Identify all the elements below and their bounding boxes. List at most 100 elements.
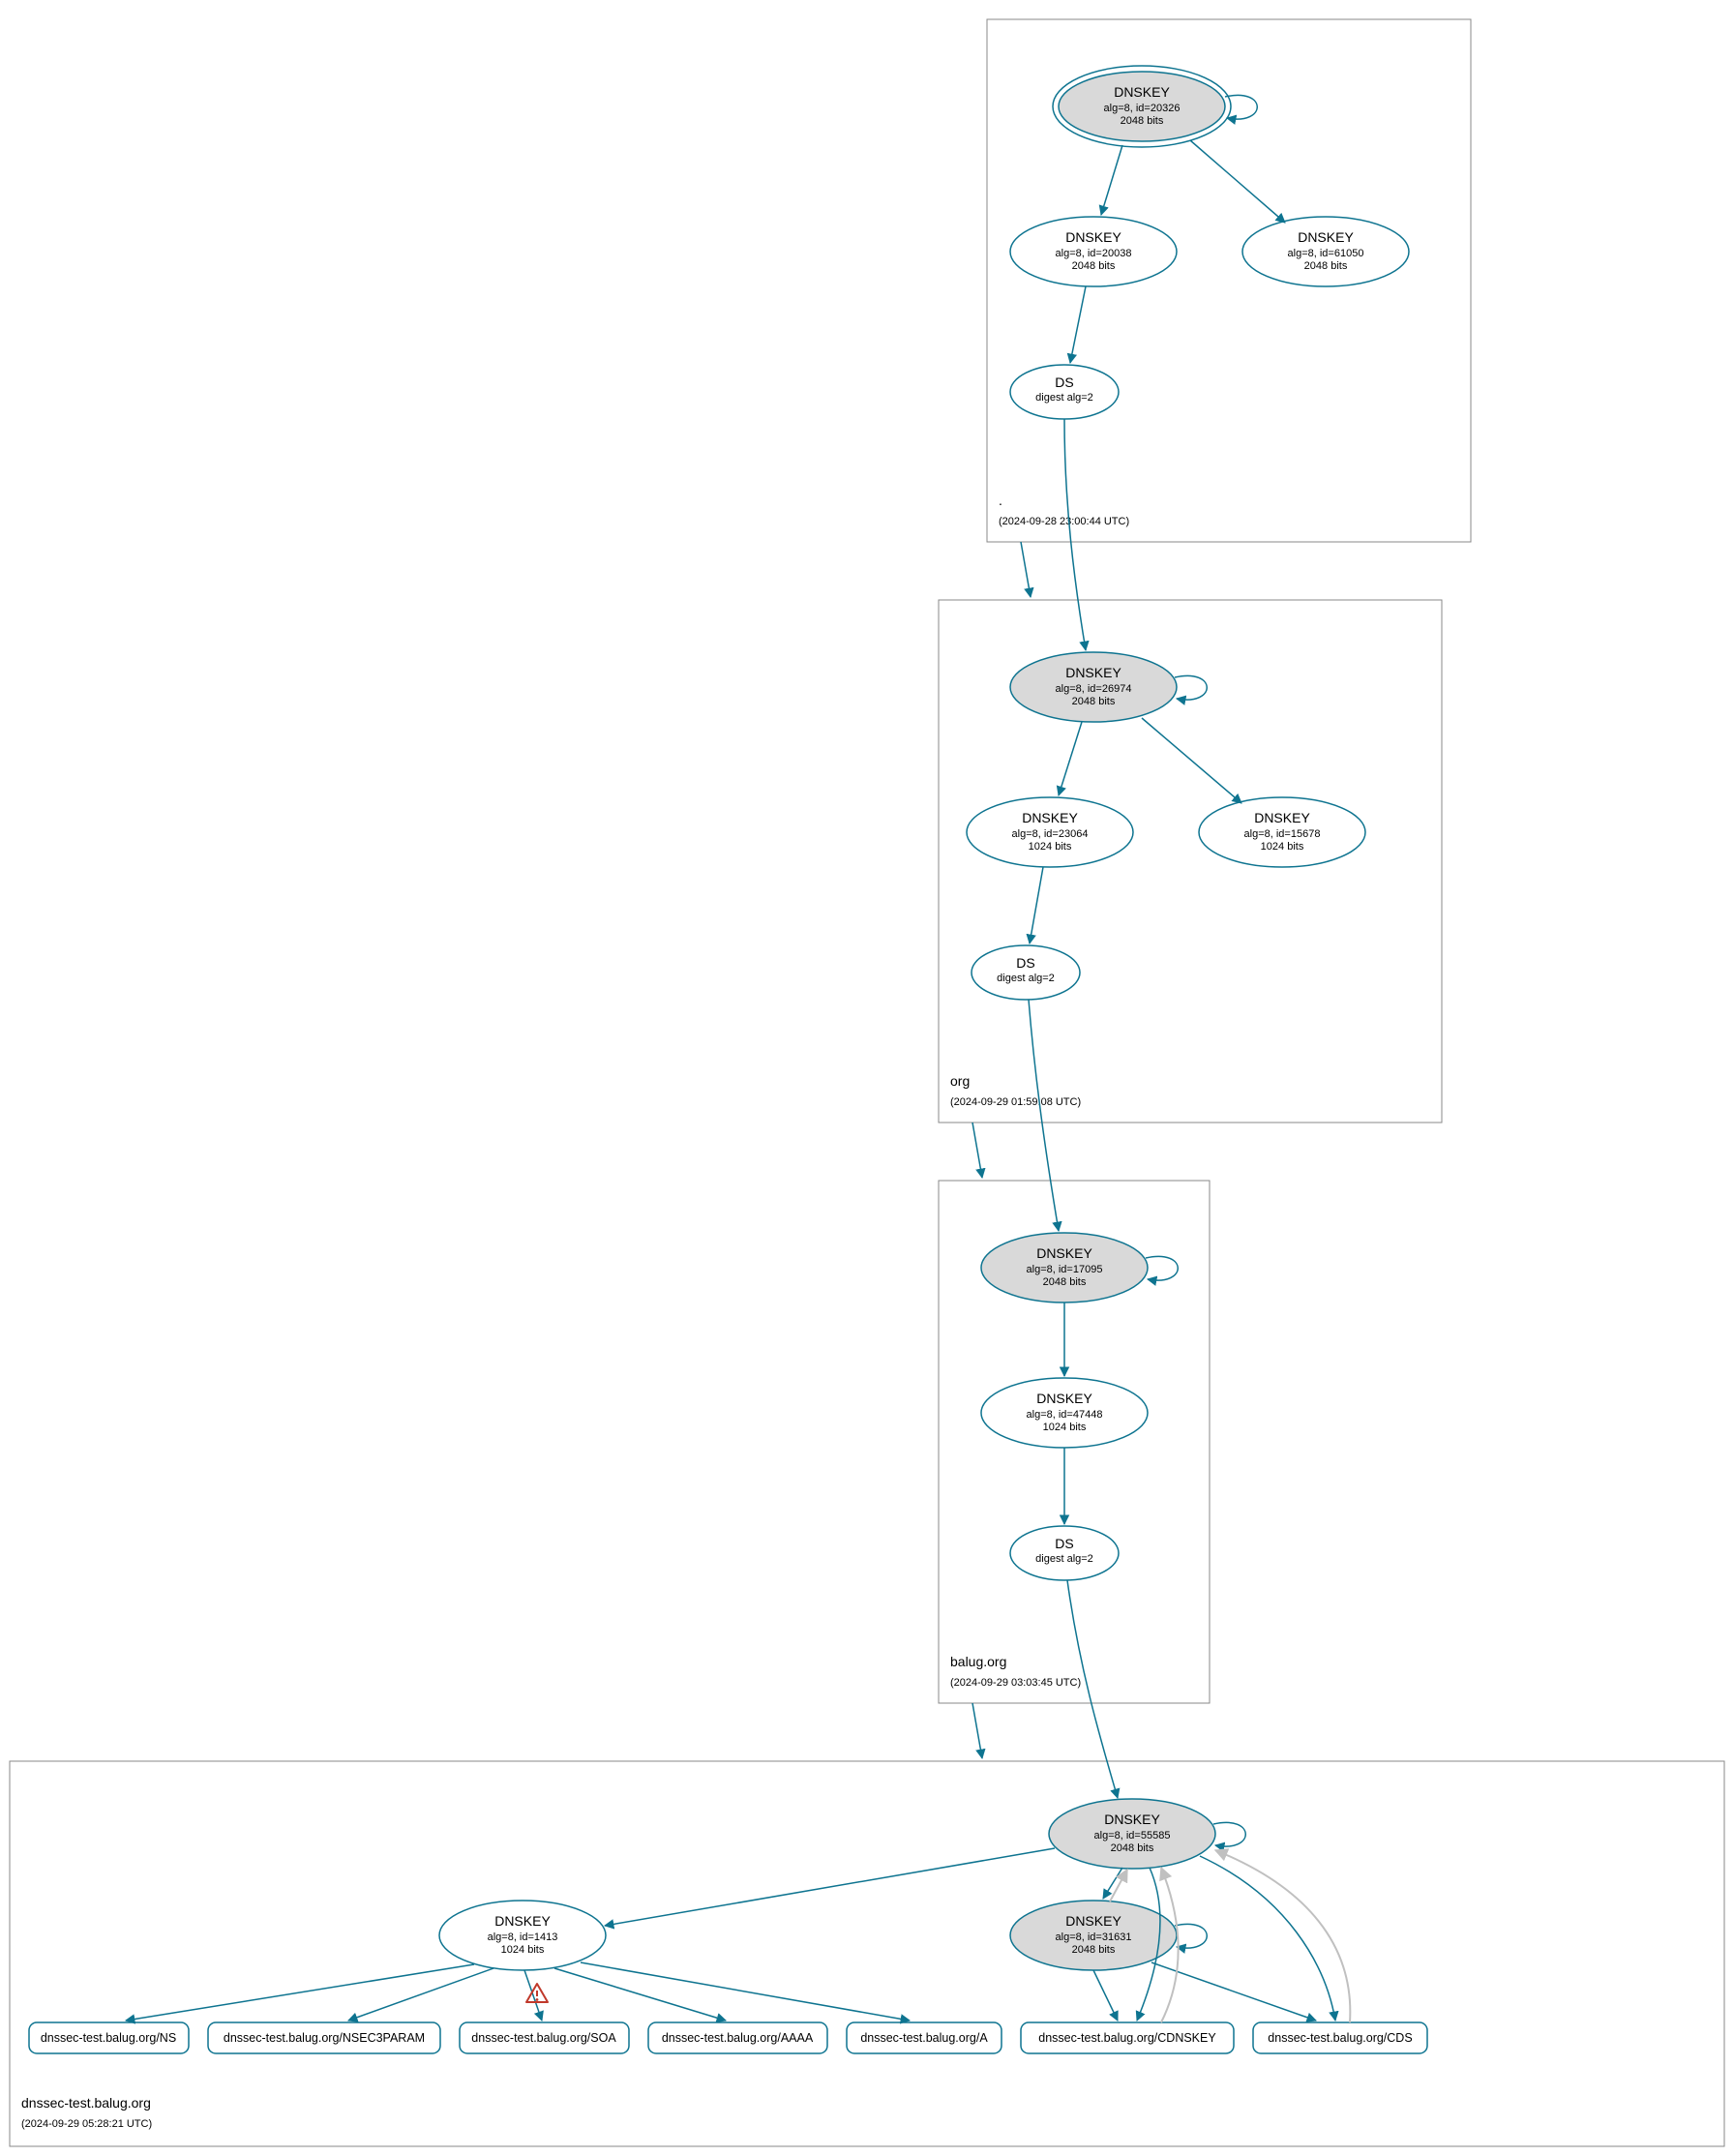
rr-ns: dnssec-test.balug.org/NS xyxy=(29,2022,189,2053)
svg-text:1024 bits: 1024 bits xyxy=(1043,1422,1087,1433)
dnssec-diagram: . (2024-09-28 23:00:44 UTC) org (2024-09… xyxy=(0,0,1734,2156)
svg-text:2048 bits: 2048 bits xyxy=(1304,260,1348,272)
edge-root-ksk-zsk1 xyxy=(1101,145,1122,215)
svg-text:dnssec-test.balug.org/A: dnssec-test.balug.org/A xyxy=(860,2031,988,2045)
svg-text:DNSKEY: DNSKEY xyxy=(1065,665,1121,680)
node-dnssec-ksk2: DNSKEY alg=8, id=31631 2048 bits xyxy=(1010,1901,1177,1970)
node-root-zsk1: DNSKEY alg=8, id=20038 2048 bits xyxy=(1010,217,1177,286)
svg-text:2048 bits: 2048 bits xyxy=(1043,1276,1087,1288)
edge-org-to-balug-deleg xyxy=(972,1123,982,1178)
svg-text:alg=8, id=1413: alg=8, id=1413 xyxy=(488,1931,558,1943)
zone-ts-org: (2024-09-29 01:59:08 UTC) xyxy=(950,1096,1081,1108)
svg-text:2048 bits: 2048 bits xyxy=(1072,696,1116,707)
edge-zsk-nsec3 xyxy=(348,1968,493,2021)
svg-text:dnssec-test.balug.org/AAAA: dnssec-test.balug.org/AAAA xyxy=(662,2031,814,2045)
svg-text:DNSKEY: DNSKEY xyxy=(1036,1245,1092,1261)
zone-ts-balug: (2024-09-29 03:03:45 UTC) xyxy=(950,1677,1081,1689)
edge-zsk-ns xyxy=(126,1964,474,2021)
svg-text:digest alg=2: digest alg=2 xyxy=(1035,1553,1093,1565)
svg-text:DS: DS xyxy=(1055,374,1073,390)
rr-cds: dnssec-test.balug.org/CDS xyxy=(1253,2022,1427,2053)
rr-soa: dnssec-test.balug.org/SOA xyxy=(460,2022,629,2053)
edge-org-ksk-zsk2 xyxy=(1142,718,1241,803)
edge-dnssec-ksk-zsk xyxy=(605,1848,1055,1926)
edge-org-zsk1-ds xyxy=(1030,867,1043,943)
rr-nsec3param: dnssec-test.balug.org/NSEC3PARAM xyxy=(208,2022,440,2053)
edge-root-zsk1-ds xyxy=(1070,286,1086,363)
zone-box-dnssec xyxy=(10,1761,1724,2146)
zone-label-org: org xyxy=(950,1073,970,1089)
svg-text:alg=8, id=23064: alg=8, id=23064 xyxy=(1012,828,1089,840)
node-org-ksk: DNSKEY alg=8, id=26974 2048 bits xyxy=(1010,652,1177,722)
svg-text:DNSKEY: DNSKEY xyxy=(1022,810,1078,825)
edge-dnssec-ksk-self xyxy=(1213,1822,1245,1846)
node-root-ds: DS digest alg=2 xyxy=(1010,365,1119,419)
edge-org-ksk-self xyxy=(1175,675,1207,700)
zone-ts-root: (2024-09-28 23:00:44 UTC) xyxy=(999,516,1129,527)
edge-zsk-soa xyxy=(524,1970,542,2021)
node-dnssec-ksk: DNSKEY alg=8, id=55585 2048 bits xyxy=(1049,1799,1215,1869)
svg-text:DS: DS xyxy=(1016,955,1034,971)
zone-ts-dnssec: (2024-09-29 05:28:21 UTC) xyxy=(21,2118,152,2130)
svg-text:alg=8, id=17095: alg=8, id=17095 xyxy=(1027,1264,1103,1275)
svg-text:alg=8, id=31631: alg=8, id=31631 xyxy=(1056,1931,1132,1943)
svg-text:digest alg=2: digest alg=2 xyxy=(1035,392,1093,404)
svg-text:DNSKEY: DNSKEY xyxy=(1254,810,1310,825)
node-balug-ksk: DNSKEY alg=8, id=17095 2048 bits xyxy=(981,1233,1148,1303)
svg-text:alg=8, id=61050: alg=8, id=61050 xyxy=(1288,248,1364,259)
edge-root-to-org-deleg xyxy=(1021,542,1031,597)
edge-root-ds-to-org-ksk xyxy=(1064,419,1086,650)
edge-ksk-cds xyxy=(1200,1856,1335,2021)
edge-balug-ds-to-dnssec-ksk xyxy=(1067,1580,1118,1798)
svg-text:1024 bits: 1024 bits xyxy=(1029,841,1072,853)
edge-zsk-aaaa xyxy=(554,1968,726,2021)
svg-text:dnssec-test.balug.org/SOA: dnssec-test.balug.org/SOA xyxy=(471,2031,616,2045)
edge-ksk2-cdnskey xyxy=(1093,1970,1118,2021)
node-root-zsk2: DNSKEY alg=8, id=61050 2048 bits xyxy=(1242,217,1409,286)
edge-balug-ksk-self xyxy=(1146,1256,1178,1280)
node-root-ksk: DNSKEY alg=8, id=20326 2048 bits xyxy=(1053,66,1231,147)
edge-balug-to-dnssec-deleg xyxy=(972,1703,982,1758)
svg-text:alg=8, id=15678: alg=8, id=15678 xyxy=(1244,828,1321,840)
rr-a: dnssec-test.balug.org/A xyxy=(847,2022,1002,2053)
svg-text:digest alg=2: digest alg=2 xyxy=(997,973,1055,984)
svg-text:alg=8, id=26974: alg=8, id=26974 xyxy=(1056,683,1132,695)
svg-text:1024 bits: 1024 bits xyxy=(501,1944,545,1956)
svg-text:DNSKEY: DNSKEY xyxy=(1065,1913,1121,1929)
node-balug-zsk: DNSKEY alg=8, id=47448 1024 bits xyxy=(981,1378,1148,1448)
svg-text:alg=8, id=55585: alg=8, id=55585 xyxy=(1094,1830,1171,1842)
node-balug-ds: DS digest alg=2 xyxy=(1010,1526,1119,1580)
zone-label-dnssec: dnssec-test.balug.org xyxy=(21,2095,151,2111)
svg-text:2048 bits: 2048 bits xyxy=(1072,1944,1116,1956)
zone-label-balug: balug.org xyxy=(950,1654,1006,1669)
edge-org-ds-to-balug-ksk xyxy=(1029,1000,1059,1231)
svg-text:2048 bits: 2048 bits xyxy=(1121,115,1164,127)
svg-text:dnssec-test.balug.org/NSEC3PAR: dnssec-test.balug.org/NSEC3PARAM xyxy=(224,2031,425,2045)
svg-text:alg=8, id=20038: alg=8, id=20038 xyxy=(1056,248,1132,259)
zone-label-root: . xyxy=(999,493,1002,508)
svg-text:dnssec-test.balug.org/CDS: dnssec-test.balug.org/CDS xyxy=(1268,2031,1412,2045)
edge-root-ksk-zsk2 xyxy=(1190,140,1285,223)
edge-org-ksk-zsk1 xyxy=(1059,722,1082,795)
svg-text:DNSKEY: DNSKEY xyxy=(1065,229,1121,245)
svg-text:alg=8, id=47448: alg=8, id=47448 xyxy=(1027,1409,1103,1421)
svg-text:DS: DS xyxy=(1055,1536,1073,1551)
rr-aaaa: dnssec-test.balug.org/AAAA xyxy=(648,2022,827,2053)
node-org-zsk1: DNSKEY alg=8, id=23064 1024 bits xyxy=(967,797,1133,867)
rr-cdnskey: dnssec-test.balug.org/CDNSKEY xyxy=(1021,2022,1234,2053)
svg-text:1024 bits: 1024 bits xyxy=(1261,841,1304,853)
svg-text:2048 bits: 2048 bits xyxy=(1072,260,1116,272)
node-org-ds: DS digest alg=2 xyxy=(972,945,1080,1000)
svg-text:DNSKEY: DNSKEY xyxy=(494,1913,551,1929)
svg-text:dnssec-test.balug.org/CDNSKEY: dnssec-test.balug.org/CDNSKEY xyxy=(1038,2031,1216,2045)
svg-text:DNSKEY: DNSKEY xyxy=(1036,1391,1092,1406)
svg-text:DNSKEY: DNSKEY xyxy=(1104,1812,1160,1827)
svg-text:2048 bits: 2048 bits xyxy=(1111,1842,1154,1854)
svg-text:DNSKEY: DNSKEY xyxy=(1298,229,1354,245)
edge-dnssec-ksk2-self xyxy=(1175,1924,1207,1948)
node-dnssec-zsk: DNSKEY alg=8, id=1413 1024 bits xyxy=(439,1901,606,1970)
svg-text:DNSKEY: DNSKEY xyxy=(1114,84,1170,100)
node-org-zsk2: DNSKEY alg=8, id=15678 1024 bits xyxy=(1199,797,1365,867)
svg-text:dnssec-test.balug.org/NS: dnssec-test.balug.org/NS xyxy=(41,2031,176,2045)
svg-text:alg=8, id=20326: alg=8, id=20326 xyxy=(1104,103,1181,114)
